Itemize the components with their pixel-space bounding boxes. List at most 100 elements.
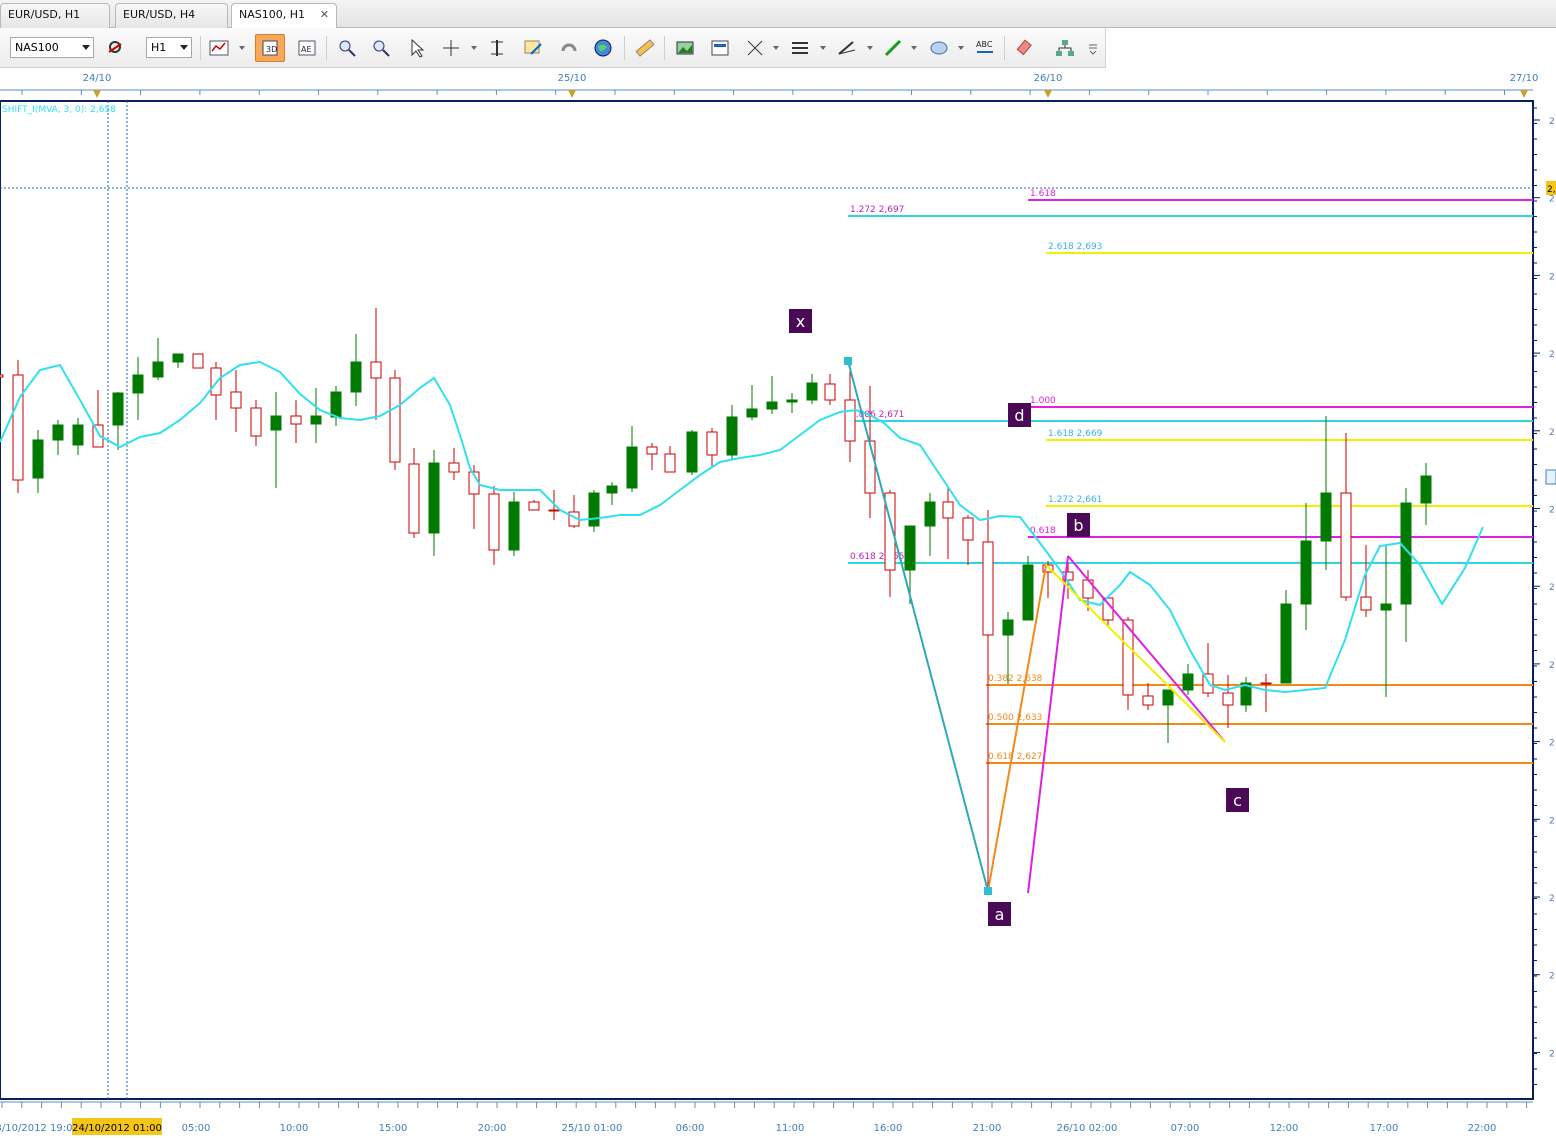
chevron-down-icon[interactable] <box>471 46 477 50</box>
bull-candle <box>786 399 798 403</box>
properties-icon[interactable] <box>522 37 544 59</box>
svg-text:3D: 3D <box>266 45 277 54</box>
chart-type-icon[interactable] <box>208 37 230 59</box>
ruler-icon[interactable] <box>634 37 656 59</box>
time-label: 05:00 <box>182 1123 211 1134</box>
tab-label: EUR/USD, H4 <box>123 8 196 21</box>
chevron-down-icon[interactable] <box>820 46 826 50</box>
chevron-down-icon[interactable] <box>958 46 964 50</box>
separator <box>664 36 665 60</box>
bear-candle <box>864 440 876 494</box>
crosshair-icon[interactable] <box>440 37 462 59</box>
bull-candle <box>746 408 758 418</box>
tab-label: EUR/USD, H1 <box>8 8 81 21</box>
pattern-point-label-d: d <box>1014 406 1024 425</box>
price-tick-label: 2 <box>1549 195 1555 205</box>
bull-candle <box>1022 564 1034 621</box>
text-label-icon[interactable]: ABC <box>974 37 996 59</box>
chevron-down-icon <box>180 45 188 50</box>
text-icon[interactable]: AE <box>296 37 318 59</box>
bull-candle <box>1182 673 1194 691</box>
fib-level-label: 0.618 2,655 <box>850 552 904 562</box>
line-icon[interactable] <box>882 37 904 59</box>
tools-icon[interactable] <box>104 37 126 59</box>
fib-level-label: 1.272 2,661 <box>1048 495 1102 505</box>
magnet-icon[interactable] <box>558 37 580 59</box>
chevron-down-icon[interactable] <box>239 46 245 50</box>
price-tick-label: 2 <box>1549 583 1555 593</box>
bull-candle <box>270 415 282 431</box>
eraser-icon[interactable] <box>1014 37 1036 59</box>
time-label: 12:00 <box>1270 1123 1299 1134</box>
bull-candle <box>904 525 916 571</box>
tab-nas100-h1[interactable]: NAS100, H1 ✕ <box>231 3 337 29</box>
bull-candle <box>1380 603 1392 611</box>
bar-chart-icon[interactable]: 3D <box>255 34 285 62</box>
price-tick-label: 2 <box>1549 661 1555 671</box>
bear-candle <box>844 399 856 442</box>
date-marker <box>1044 90 1052 98</box>
bull-candle <box>806 382 818 401</box>
bull-candle <box>72 424 84 446</box>
trend-line-icon[interactable] <box>836 37 858 59</box>
cursor-icon[interactable] <box>406 37 428 59</box>
timeframe-select[interactable]: H1 <box>146 37 192 58</box>
bear-candle <box>389 377 401 463</box>
chevron-down-icon[interactable] <box>867 46 873 50</box>
chevron-down-icon[interactable] <box>911 46 917 50</box>
zoom-in-icon[interactable] <box>336 37 358 59</box>
bear-candle <box>1360 596 1372 611</box>
price-chart[interactable]: 1.272 2,6970.886 2,6710.618 2,6551.6181.… <box>0 68 1556 1138</box>
price-tick-label: 2 <box>1549 739 1555 749</box>
price-tick-label: 2 <box>1549 1049 1555 1059</box>
more-icon[interactable] <box>1086 37 1100 59</box>
date-label: 26/10 <box>1034 73 1063 84</box>
bear-candle <box>1340 492 1352 598</box>
price-tick-label: 2 <box>1549 506 1555 516</box>
fib-level-label: 0.382 2,638 <box>988 674 1043 684</box>
bull-candle <box>112 392 124 426</box>
bull-candle <box>350 361 362 393</box>
time-label: 15:00 <box>379 1123 408 1134</box>
fib-level-label: 2.618 2,693 <box>1048 242 1102 252</box>
bear-candle <box>448 462 460 473</box>
tab-eurusd-h1[interactable]: EUR/USD, H1 <box>0 3 110 28</box>
a-point-marker <box>984 887 992 895</box>
fib-level-label: 1.618 2,669 <box>1048 429 1103 439</box>
time-label: 11:00 <box>776 1123 805 1134</box>
symbol-select[interactable]: NAS100 <box>10 37 94 58</box>
date-marker <box>568 90 576 98</box>
levels-icon[interactable] <box>789 37 811 59</box>
time-label: 07:00 <box>1171 1123 1200 1134</box>
fibonacci-icon[interactable] <box>744 37 766 59</box>
zoom-out-icon[interactable] <box>370 37 392 59</box>
close-icon[interactable]: ✕ <box>320 4 329 26</box>
current-price-marker <box>1545 469 1556 485</box>
template-icon[interactable] <box>709 37 731 59</box>
screenshot-icon[interactable] <box>674 37 696 59</box>
bull-candle <box>924 501 936 527</box>
bear-candle <box>942 501 954 519</box>
ellipse-icon[interactable] <box>928 37 950 59</box>
tab-eurusd-h4[interactable]: EUR/USD, H4 <box>115 3 228 28</box>
bear-candle <box>12 374 24 481</box>
bear-candle <box>664 453 676 473</box>
bull-candle <box>310 415 322 425</box>
time-label: 25/10 01:00 <box>562 1123 623 1134</box>
price-tick-label: 2 <box>1549 272 1555 282</box>
bear-candle <box>1142 695 1154 706</box>
time-label: 17:00 <box>1370 1123 1399 1134</box>
fib-level-label: 1.272 2,697 <box>850 205 904 215</box>
globe-icon[interactable] <box>592 37 614 59</box>
pattern-point-label-x: x <box>796 312 805 331</box>
price-tick-label: 2 <box>1549 117 1555 127</box>
bull-candle <box>626 446 638 489</box>
bull-candle <box>726 416 738 456</box>
chevron-down-icon[interactable] <box>773 46 779 50</box>
bull-candle <box>152 361 164 378</box>
hierarchy-icon[interactable] <box>1054 37 1076 59</box>
bear-candle <box>548 509 560 512</box>
bull-candle <box>132 374 144 394</box>
separator <box>326 36 327 60</box>
period-separator-icon[interactable] <box>486 37 508 59</box>
